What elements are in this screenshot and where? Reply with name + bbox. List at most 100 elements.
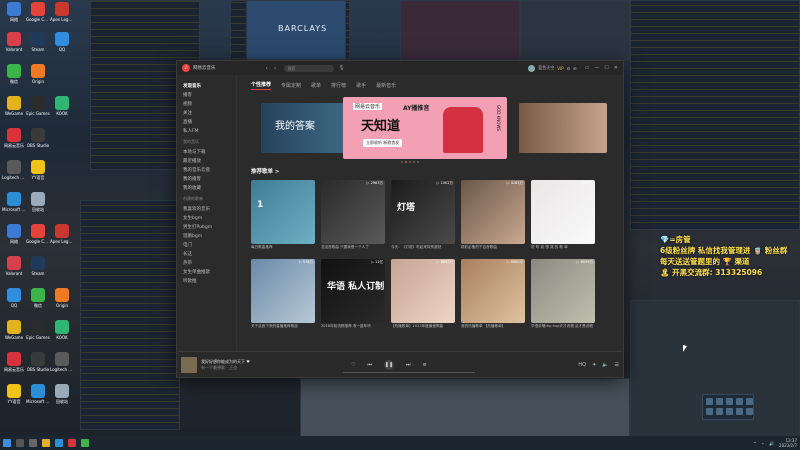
sidebar-item-playlist[interactable]: 热带 bbox=[181, 258, 232, 267]
playlist-caption[interactable]: 华语说唱Hip-hop天才说唱 这才是说唱 bbox=[531, 324, 595, 334]
user-box[interactable]: 蓝色天空 VIP ⚙ ✉ bbox=[528, 64, 577, 72]
playlist-caption[interactable]: 每日歌曲推荐 bbox=[251, 245, 315, 255]
desktop-icon[interactable]: 网络 bbox=[2, 224, 26, 244]
banner-dot[interactable] bbox=[413, 161, 415, 163]
back-arrow-icon[interactable]: ‹ bbox=[266, 65, 268, 72]
username[interactable]: 蓝色天空 bbox=[538, 65, 554, 71]
desktop-icon[interactable]: KOOK bbox=[50, 320, 74, 340]
desktop-icon[interactable]: Origin bbox=[50, 288, 74, 308]
tab[interactable]: 个性推荐 bbox=[251, 81, 272, 90]
playlist-cover[interactable]: ▷ 576万 bbox=[251, 259, 315, 323]
desktop-icon[interactable]: WeGame bbox=[2, 320, 26, 340]
playlist-cover[interactable]: ▷ 6099万 bbox=[531, 259, 595, 323]
desktop-icon[interactable]: Microsoft Edge bbox=[2, 192, 26, 212]
playlist-caption[interactable]: 2018年轮流榜推荐 收一整年听 bbox=[321, 324, 385, 334]
prev-icon[interactable]: ⏮ bbox=[367, 362, 372, 368]
sidebar-item-my[interactable]: 我的音乐云盘 bbox=[181, 165, 232, 174]
tab[interactable]: 排行榜 bbox=[331, 82, 346, 89]
tray-icon[interactable] bbox=[716, 408, 723, 415]
sidebar-item[interactable]: 发现音乐 bbox=[181, 81, 232, 90]
sidebar-item[interactable]: 直播 bbox=[181, 117, 232, 126]
start-icon[interactable] bbox=[3, 439, 11, 447]
desktop-icon[interactable]: Valorant bbox=[2, 32, 26, 52]
tab[interactable]: 专属定制 bbox=[281, 82, 301, 89]
desktop-icon[interactable]: Epic Games bbox=[26, 320, 50, 340]
tray-icon[interactable] bbox=[726, 398, 733, 405]
desktop-icon[interactable]: 网易云音乐 bbox=[2, 128, 26, 148]
banner-button[interactable]: 立即收听 新歌首发 bbox=[363, 139, 403, 147]
tab[interactable]: 歌单 bbox=[311, 82, 321, 89]
tray-icon[interactable] bbox=[736, 398, 743, 405]
sidebar-item-playlist[interactable]: 我喜欢的音乐 bbox=[181, 204, 232, 213]
edge-icon[interactable] bbox=[55, 439, 63, 447]
desktop-icon[interactable]: Logitech G HUB bbox=[2, 160, 26, 180]
sidebar-item-my[interactable]: 我的收藏 bbox=[181, 183, 232, 192]
search-icon[interactable] bbox=[16, 439, 24, 447]
playlist-card[interactable]: ▷ 2983万 念这首歌曲 只要我是一个人了 bbox=[321, 180, 385, 255]
sidebar-item-playlist[interactable]: 长这 bbox=[181, 249, 232, 258]
desktop-icon[interactable]: Google Chrome bbox=[26, 2, 50, 22]
desktop-icon[interactable]: Apex Legends bbox=[50, 2, 74, 22]
playlist-card[interactable]: ▷ 8892万 【热播歌单】2023年度最爱歌曲 bbox=[391, 259, 455, 334]
desktop-icon[interactable]: Epic Games bbox=[26, 96, 50, 116]
now-playing-cover[interactable] bbox=[181, 356, 197, 373]
playlist-cover[interactable]: ▷ 1006万 bbox=[531, 180, 595, 244]
mini-player-icon[interactable]: ▭ bbox=[585, 65, 590, 71]
desktop-icon[interactable]: 微信 bbox=[26, 288, 50, 308]
playlist-card[interactable]: ▷ 4283万 精彩必备的千百首歌曲 bbox=[461, 180, 525, 255]
netease-taskbar-icon[interactable] bbox=[68, 439, 76, 447]
volume-icon[interactable]: 🔈 bbox=[602, 362, 608, 368]
desktop-icon[interactable]: YY语音 bbox=[2, 384, 26, 404]
playlist-cover[interactable]: ▷ 4283万 bbox=[461, 180, 525, 244]
desktop-icon[interactable]: 回收站 bbox=[26, 192, 50, 212]
desktop-icon[interactable]: 网易云音乐 bbox=[2, 352, 26, 372]
desktop-icon[interactable]: 微信 bbox=[2, 64, 26, 84]
playlist-cover[interactable]: ▷ 8892万 bbox=[391, 259, 455, 323]
desktop-icon[interactable]: Logitech G HUB bbox=[50, 352, 74, 372]
playlist-card[interactable]: ▷ 1006万好 听 到 想 哭 的 歌 单 bbox=[531, 180, 595, 255]
task-view-icon[interactable] bbox=[29, 439, 37, 447]
banner-main[interactable]: 网易云音乐 AY播推音 天知道 立即收听 新歌首发 GOD KNOWS bbox=[343, 97, 507, 159]
playlist-cover[interactable]: ▷ 9000万 bbox=[461, 259, 525, 323]
explorer-icon[interactable] bbox=[42, 439, 50, 447]
playlist-cover[interactable]: ▷ 1002万 灯塔 bbox=[391, 180, 455, 244]
sidebar-item[interactable]: 视频 bbox=[181, 99, 232, 108]
desktop-icon[interactable]: Steam bbox=[26, 256, 50, 276]
playlist-caption[interactable]: 好 听 到 想 哭 的 歌 单 bbox=[531, 245, 595, 255]
banner-left[interactable]: 我的答案 bbox=[261, 103, 351, 153]
avatar[interactable] bbox=[528, 64, 536, 72]
volume-tray-icon[interactable]: 🔊 bbox=[769, 441, 774, 446]
sidebar-item[interactable]: 播客 bbox=[181, 90, 232, 99]
sidebar-item-playlist[interactable]: 女生单曲推歌 bbox=[181, 267, 232, 276]
desktop-icon[interactable]: 回收站 bbox=[50, 384, 74, 404]
banner-dot[interactable] bbox=[405, 161, 407, 163]
sidebar-item-my[interactable]: 本地与下载 bbox=[181, 147, 232, 156]
sidebar-item-playlist[interactable]: 男生打Pubgm bbox=[181, 222, 232, 231]
tray-icon[interactable] bbox=[706, 398, 713, 405]
mic-icon[interactable]: 🎙 bbox=[338, 65, 344, 71]
tray-icon[interactable] bbox=[746, 398, 753, 405]
song-artist[interactable]: 有一个最想歌 - 王也 bbox=[201, 365, 291, 371]
playlist-cover[interactable]: ▷ 2983万 bbox=[321, 180, 385, 244]
playlist-caption[interactable]: 关于这首下来的直播推荐歌曲 bbox=[251, 324, 315, 334]
sound-quality-icon[interactable]: HQ bbox=[578, 362, 586, 368]
playlist-card[interactable]: 1 每日歌曲推荐 bbox=[251, 180, 315, 255]
tab[interactable]: 歌手 bbox=[356, 82, 366, 89]
tray-arrow-icon[interactable]: ^ bbox=[753, 441, 756, 446]
playlist-card[interactable]: ▷ 6099万 华语说唱Hip-hop天才说唱 这才是说唱 bbox=[531, 259, 595, 334]
desktop-icon[interactable]: QQ bbox=[50, 32, 74, 52]
playlist-card[interactable]: ▷ 576万 关于这首下来的直播推荐歌曲 bbox=[251, 259, 315, 334]
mail-icon[interactable]: ✉ bbox=[573, 66, 576, 71]
desktop-icon[interactable]: Google Chrome bbox=[26, 224, 50, 244]
like-icon[interactable]: ♡ bbox=[351, 362, 355, 368]
playlist-card[interactable]: ▷ 1002万 灯塔 今天：《灯塔》听起来特别超然 bbox=[391, 180, 455, 255]
sidebar-item-playlist[interactable]: 电门 bbox=[181, 240, 232, 249]
playlist-cover[interactable]: 1 bbox=[251, 180, 315, 244]
banner-carousel[interactable]: 我的答案 网易云音乐 AY播推音 天知道 立即收听 新歌首发 GOD KNOWS bbox=[251, 97, 611, 163]
desktop-icon[interactable]: OBS Studio bbox=[26, 128, 50, 148]
tray-icon[interactable] bbox=[716, 398, 723, 405]
effects-icon[interactable]: ✦ bbox=[592, 362, 596, 368]
desktop-icon[interactable]: YY语音 bbox=[26, 160, 50, 180]
network-icon[interactable]: ⌁ bbox=[762, 441, 764, 446]
playlist-caption[interactable]: 【热播歌单】2023年度最爱歌曲 bbox=[391, 324, 455, 334]
